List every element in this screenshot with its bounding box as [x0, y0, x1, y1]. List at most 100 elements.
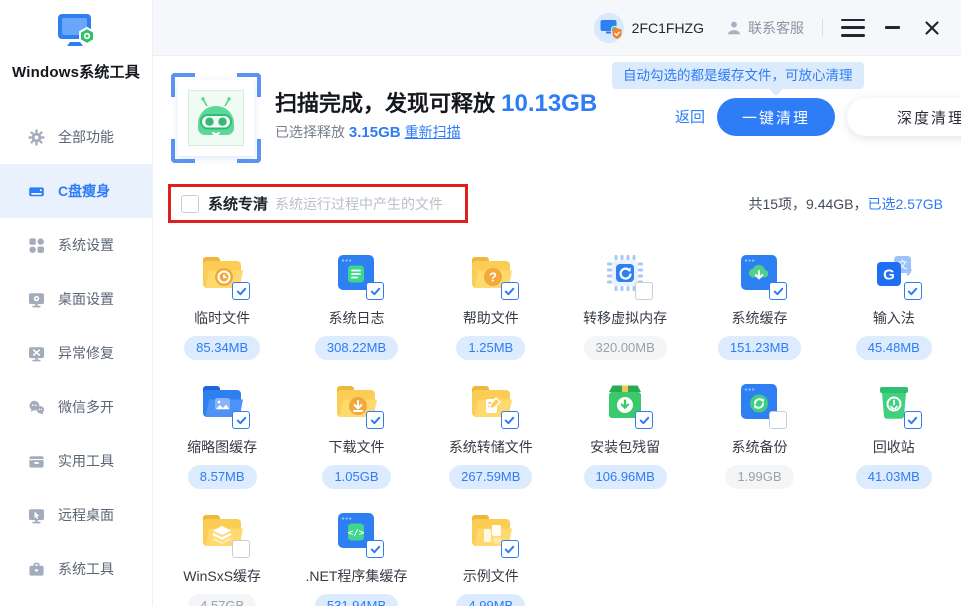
sidebar-item-label: 系统工具 [58, 559, 114, 579]
one-click-clean-button[interactable]: 一键清理 [717, 98, 835, 136]
item-checkbox-unchecked[interactable] [232, 540, 250, 558]
sidebar-item-label: 桌面设置 [58, 289, 114, 309]
monitor-repair-icon [28, 345, 45, 362]
scan-status-prefix: 扫描完成，发现可释放 [275, 91, 501, 116]
item-size-badge: 1.99GB [725, 465, 793, 489]
item-size-badge: 308.22MB [315, 336, 398, 360]
cleanup-item[interactable]: 转移虚拟内存320.00MB [583, 249, 667, 360]
item-checkbox-checked[interactable] [366, 411, 384, 429]
cleanup-item[interactable]: 系统缓存151.23MB [718, 249, 801, 360]
monitor-gear-icon [28, 291, 45, 308]
window-log-icon [332, 249, 380, 297]
item-name: 帮助文件 [463, 308, 519, 328]
menu-icon[interactable] [841, 17, 865, 39]
translate-icon: 文G [870, 249, 918, 297]
svg-text:G: G [883, 267, 895, 284]
item-checkbox-unchecked[interactable] [635, 282, 653, 300]
system-clean-checkbox[interactable] [181, 195, 199, 213]
device-code: 2FC1FHZG [632, 20, 704, 36]
sidebar-item-label: 异常修复 [58, 343, 114, 363]
auto-select-tooltip: 自动勾选的都是缓存文件，可放心清理 [612, 62, 864, 89]
back-link[interactable]: 返回 [675, 106, 705, 127]
folder-download-icon [332, 378, 380, 426]
sidebar-item-异常修复[interactable]: 异常修复 [0, 326, 152, 380]
scan-selected-value: 3.15GB [349, 124, 401, 141]
scan-robot-icon [171, 73, 261, 163]
cleanup-item[interactable]: 安装包残留106.96MB [584, 378, 667, 489]
sidebar-item-桌面设置[interactable]: 桌面设置 [0, 272, 152, 326]
device-badge[interactable]: 2FC1FHZG [594, 13, 704, 43]
item-name: 临时文件 [194, 308, 250, 328]
item-checkbox-checked[interactable] [501, 540, 519, 558]
sidebar-item-C盘瘦身[interactable]: C盘瘦身 [0, 164, 152, 218]
cleanup-item[interactable]: 系统转储文件 267.59MB [449, 378, 533, 489]
sidebar-item-实用工具[interactable]: 实用工具 [0, 434, 152, 488]
cleanup-item[interactable]: ?帮助文件1.25MB [456, 249, 525, 360]
sidebar-item-系统设置[interactable]: 系统设置 [0, 218, 152, 272]
item-checkbox-checked[interactable] [904, 411, 922, 429]
window-download-icon [735, 249, 783, 297]
item-checkbox-checked[interactable] [232, 282, 250, 300]
contact-support-button[interactable]: 联系客服 [726, 18, 804, 38]
logo-block: Windows系统工具 [0, 0, 152, 82]
item-checkbox-checked[interactable] [366, 540, 384, 558]
gear-icon [28, 129, 45, 146]
item-checkbox-checked[interactable] [501, 411, 519, 429]
cleanup-item[interactable]: </>.NET程序集缓存531.94MB [306, 507, 408, 606]
item-name: 系统备份 [731, 437, 787, 457]
deep-clean-button[interactable]: 深度清理 [847, 98, 961, 136]
cleanup-item[interactable]: 文G输入法45.48MB [856, 249, 932, 360]
folder-question-icon: ? [467, 249, 515, 297]
cleanup-item[interactable]: WinSxS缓存 4.57GB [183, 507, 261, 606]
item-name: 输入法 [873, 308, 915, 328]
item-size-badge: 1.05GB [322, 465, 390, 489]
app-logo-icon [53, 12, 99, 54]
sidebar-item-label: 系统设置 [58, 235, 114, 255]
item-size-badge: 4.57GB [188, 594, 256, 606]
item-checkbox-unchecked[interactable] [769, 411, 787, 429]
item-checkbox-checked[interactable] [232, 411, 250, 429]
cleanup-item[interactable]: 示例文件4.99MB [456, 507, 525, 606]
cleanup-item[interactable]: 临时文件85.34MB [184, 249, 260, 360]
item-checkbox-checked[interactable] [904, 282, 922, 300]
cleanup-item[interactable]: 缩略图缓存8.57MB [187, 378, 257, 489]
item-name: WinSxS缓存 [183, 566, 261, 586]
contact-support-label: 联系客服 [748, 18, 804, 38]
minimize-button[interactable] [879, 15, 905, 41]
window-code-icon: </> [332, 507, 380, 555]
remote-desktop-icon [28, 507, 45, 524]
item-checkbox-checked[interactable] [366, 282, 384, 300]
item-size-badge: 4.99MB [456, 594, 525, 606]
folder-sample-icon [467, 507, 515, 555]
sidebar-item-label: 微信多开 [58, 397, 114, 417]
sidebar-item-label: 全部功能 [58, 127, 114, 147]
app-title: Windows系统工具 [0, 61, 152, 82]
app-grid-icon [28, 237, 45, 254]
item-size-badge: 106.96MB [584, 465, 667, 489]
sidebar-item-微信多开[interactable]: 微信多开 [0, 380, 152, 434]
item-name: 系统转储文件 [449, 437, 533, 457]
item-checkbox-checked[interactable] [769, 282, 787, 300]
item-size-badge: 320.00MB [584, 336, 667, 360]
cleanup-item[interactable]: 系统备份 1.99GB [725, 378, 793, 489]
sidebar-item-远程桌面[interactable]: 远程桌面 [0, 488, 152, 542]
sidebar-item-label: C盘瘦身 [58, 181, 110, 201]
scan-status-title: 扫描完成，发现可释放 10.13GB [275, 86, 597, 118]
annotation-highlight-box: 系统专清 系统运行过程中产生的文件 [168, 184, 468, 223]
close-button[interactable] [919, 15, 945, 41]
window-backup-icon [735, 378, 783, 426]
item-size-badge: 531.94MB [315, 594, 398, 606]
item-size-badge: 267.59MB [449, 465, 532, 489]
sidebar-item-全部功能[interactable]: 全部功能 [0, 110, 152, 164]
selection-summary: 共15项，9.44GB，已选2.57GB [748, 194, 943, 214]
trash-icon [870, 378, 918, 426]
rescan-link[interactable]: 重新扫描 [405, 124, 461, 140]
cleanup-item[interactable]: 系统日志308.22MB [315, 249, 398, 360]
item-name: 系统缓存 [731, 308, 787, 328]
item-checkbox-checked[interactable] [501, 282, 519, 300]
cleanup-item[interactable]: 下载文件1.05GB [322, 378, 390, 489]
item-checkbox-checked[interactable] [635, 411, 653, 429]
sidebar-item-系统工具[interactable]: 系统工具 [0, 542, 152, 596]
cleanup-item[interactable]: 回收站41.03MB [856, 378, 932, 489]
item-name: 回收站 [873, 437, 915, 457]
